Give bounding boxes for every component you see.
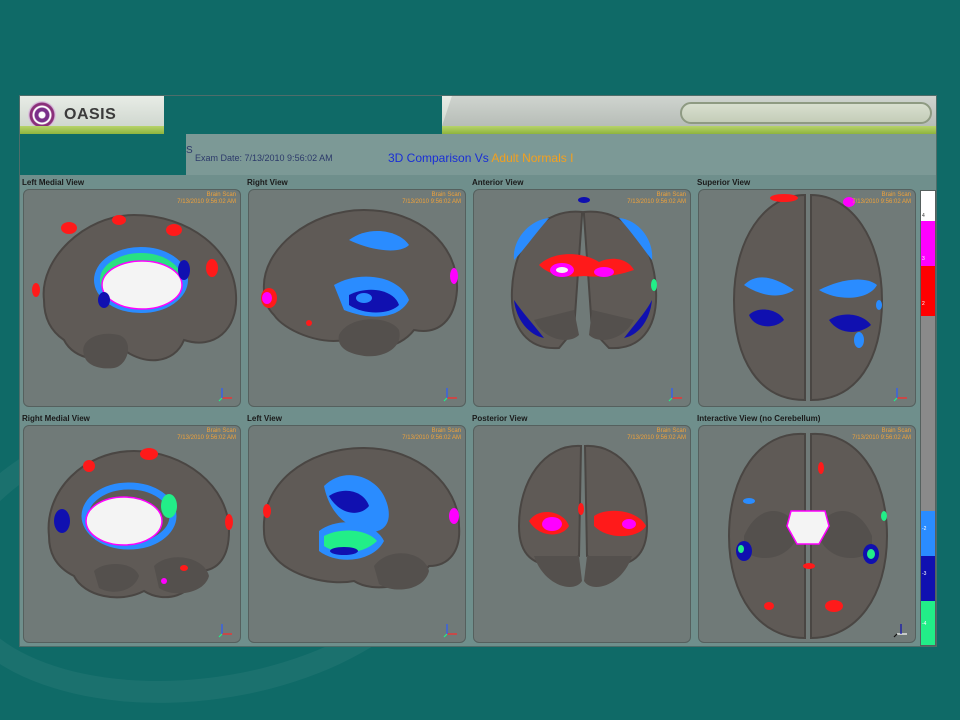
viewport-title: Brain Scan bbox=[431, 428, 461, 434]
redaction-block bbox=[164, 96, 442, 134]
title-bar: OASIS bbox=[20, 96, 936, 134]
brain-render bbox=[32, 213, 238, 369]
app-name: OASIS bbox=[64, 106, 117, 123]
panel-label: Posterior View bbox=[472, 414, 528, 423]
panel-interactive-view: Interactive View (no Cerebellum) Brain S… bbox=[695, 411, 920, 646]
viewport-title: Brain Scan bbox=[206, 192, 236, 198]
brain-viewport[interactable]: Brain Scan 7/13/2010 9:56:02 AM bbox=[23, 425, 241, 643]
brain-viewport[interactable]: Brain Scan 7/13/2010 9:56:02 AM bbox=[473, 189, 691, 407]
viewport-timestamp: 7/13/2010 9:56:02 AM bbox=[627, 435, 686, 441]
comparison-prefix: 3D Comparison Vs bbox=[388, 151, 492, 165]
brain-render bbox=[261, 208, 459, 357]
scale-tick: 2 bbox=[922, 301, 925, 307]
viewport-timestamp: 7/13/2010 9:56:02 AM bbox=[852, 199, 911, 205]
scale-segment-neutral bbox=[921, 316, 935, 511]
viewport-timestamp: 7/13/2010 9:56:02 AM bbox=[402, 435, 461, 441]
brain-render bbox=[732, 193, 884, 402]
patient-name-partial: S bbox=[186, 145, 193, 156]
brain-render bbox=[510, 197, 658, 350]
scale-segment-minus3 bbox=[921, 556, 935, 601]
brain-render bbox=[47, 448, 233, 599]
scale-tick: 4 bbox=[922, 213, 925, 219]
panel-right-view: Right View Brain Scan 7/13/2010 9:56:02 … bbox=[245, 175, 470, 411]
viewport-title: Brain Scan bbox=[881, 428, 911, 434]
panel-posterior-view: Posterior View Brain Scan 7/13/2010 9:56… bbox=[470, 411, 695, 646]
viewport-timestamp: 7/13/2010 9:56:02 AM bbox=[852, 435, 911, 441]
redaction-block bbox=[20, 134, 186, 175]
viewport-title: Brain Scan bbox=[881, 192, 911, 198]
viewport-title: Brain Scan bbox=[656, 428, 686, 434]
panel-label: Right Medial View bbox=[22, 414, 90, 423]
axes-orientation-icon bbox=[218, 624, 232, 638]
scale-segment-plus2 bbox=[921, 266, 935, 316]
scale-tick: -3 bbox=[922, 571, 927, 577]
oasis-logo-icon bbox=[28, 101, 56, 129]
axes-orientation-icon bbox=[218, 388, 232, 402]
viewport-title: Brain Scan bbox=[431, 192, 461, 198]
title-accent-strip bbox=[20, 126, 936, 134]
panel-left-view: Left View Brain Scan 7/13/2010 9:56:02 A… bbox=[245, 411, 470, 646]
axes-orientation-icon bbox=[893, 624, 907, 638]
scale-segment-minus2 bbox=[921, 511, 935, 556]
scale-tick: -4 bbox=[922, 621, 927, 627]
panel-superior-view: Superior View Brain Scan 7/13/2010 9:56:… bbox=[695, 175, 920, 411]
axes-orientation-icon bbox=[443, 388, 457, 402]
viewport-timestamp: 7/13/2010 9:56:02 AM bbox=[402, 199, 461, 205]
panel-label: Right View bbox=[247, 178, 288, 187]
scale-tick: 3 bbox=[922, 256, 925, 262]
title-search-field[interactable] bbox=[680, 102, 932, 124]
viewport-timestamp: 7/13/2010 9:56:02 AM bbox=[177, 435, 236, 441]
axes-orientation-icon bbox=[443, 624, 457, 638]
brain-render bbox=[262, 446, 461, 590]
panel-label: Superior View bbox=[697, 178, 751, 187]
exam-date: Exam Date: 7/13/2010 9:56:02 AM bbox=[195, 153, 333, 163]
brain-viewport[interactable]: Brain Scan 7/13/2010 9:56:02 AM bbox=[698, 189, 916, 407]
comparison-title: 3D Comparison Vs Adult Normals I bbox=[388, 151, 573, 165]
panel-label: Anterior View bbox=[472, 178, 524, 187]
panel-label: Left Medial View bbox=[22, 178, 85, 187]
viewport-timestamp: 7/13/2010 9:56:02 AM bbox=[627, 199, 686, 205]
brain-viewport[interactable]: Brain Scan 7/13/2010 9:56:02 AM bbox=[23, 189, 241, 407]
brain-render bbox=[517, 444, 649, 588]
comparison-reference: Adult Normals I bbox=[491, 151, 574, 165]
axes-orientation-icon bbox=[668, 388, 682, 402]
viewport-title: Brain Scan bbox=[206, 428, 236, 434]
viewport-timestamp: 7/13/2010 9:56:02 AM bbox=[177, 199, 236, 205]
panel-right-medial: Right Medial View Brain Scan 7/13/2010 9… bbox=[20, 411, 245, 646]
brain-render bbox=[727, 432, 889, 640]
panel-label: Left View bbox=[247, 414, 282, 423]
brain-viewport[interactable]: Brain Scan 7/13/2010 9:56:02 AM bbox=[248, 189, 466, 407]
brain-viewport[interactable]: Brain Scan 7/13/2010 9:56:02 AM bbox=[248, 425, 466, 643]
scale-tick: -2 bbox=[922, 526, 927, 532]
viewport-title: Brain Scan bbox=[656, 192, 686, 198]
app-window: OASIS S Exam Date: 7/13/2010 9:56:02 AM … bbox=[19, 95, 937, 647]
brain-view-grid: Left Medial View Brain Scan 7/13/2010 9:… bbox=[20, 175, 920, 646]
brain-viewport[interactable]: Brain Scan 7/13/2010 9:56:02 AM bbox=[473, 425, 691, 643]
panel-label: Interactive View (no Cerebellum) bbox=[697, 414, 821, 423]
panel-anterior-view: Anterior View Brain Scan 7/13/2010 9:56:… bbox=[470, 175, 695, 411]
brain-viewport[interactable]: Brain Scan 7/13/2010 9:56:02 AM bbox=[698, 425, 916, 643]
panel-left-medial: Left Medial View Brain Scan 7/13/2010 9:… bbox=[20, 175, 245, 411]
axes-orientation-icon bbox=[893, 388, 907, 402]
color-scale-bar: 4 3 2 -2 -3 -4 bbox=[920, 190, 936, 646]
